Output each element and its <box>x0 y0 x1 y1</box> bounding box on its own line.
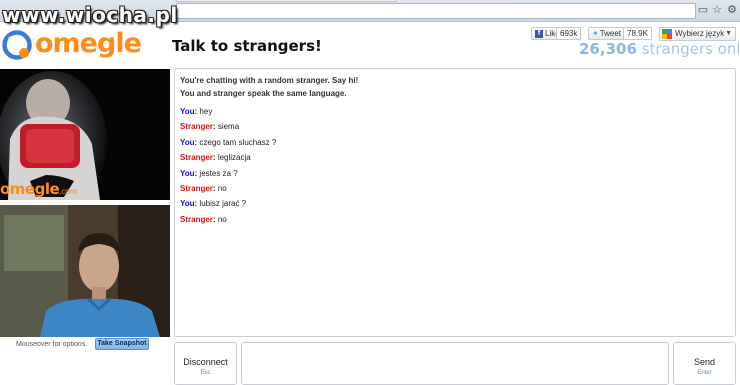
tagline: Talk to strangers! <box>172 37 322 55</box>
system-message: You're chatting with a random stranger. … <box>180 76 359 85</box>
sender-label: You <box>180 199 195 209</box>
omegle-page: ▭ ☆ ⚙ www.wiocha.pl omegle Talk to stran… <box>0 0 740 385</box>
chat-log[interactable]: You're chatting with a random stranger. … <box>174 68 736 337</box>
self-video-image <box>0 205 170 337</box>
tweet-count: 78.9K <box>623 27 652 40</box>
watermark: www.wiocha.pl <box>2 3 178 27</box>
sender-colon: : <box>194 168 198 178</box>
stranger-video[interactable]: omegle.com <box>0 69 170 200</box>
disconnect-button[interactable]: Disconnect Esc <box>174 342 237 385</box>
sender-colon: : <box>212 184 216 194</box>
tweet-button[interactable]: ✦Tweet <box>588 27 626 40</box>
omegle-logo-icon <box>2 30 32 60</box>
send-shortcut: Enter <box>697 370 712 376</box>
online-counter: 26,306 strangers online <box>579 40 740 58</box>
facebook-icon: f <box>535 29 543 38</box>
message-text: jestes za ? <box>199 168 238 178</box>
mouseover-hint: Mouseover for options. <box>16 341 88 348</box>
sender-label: You <box>180 168 195 178</box>
send-label: Send <box>693 357 716 367</box>
sender-colon: : <box>212 153 216 163</box>
chat-message: Stranger: leglizacja <box>180 150 730 165</box>
sender-label: Stranger <box>180 214 213 224</box>
disconnect-shortcut: Esc <box>200 370 211 376</box>
sender-label: You <box>180 107 195 116</box>
chevron-down-icon: ▼ <box>725 30 732 37</box>
sender-label: Stranger <box>180 122 213 132</box>
send-button[interactable]: Send Enter <box>673 342 736 385</box>
page-icon[interactable]: ▭ <box>697 5 709 16</box>
chat-message: You: lubisz jarać ? <box>180 196 730 211</box>
video-overlay-brand: omegle <box>0 180 60 198</box>
chat-message: You: czego tam sluchasz ? <box>180 135 730 150</box>
google-translate-icon <box>662 29 672 39</box>
chat-message: You: hey <box>180 104 730 119</box>
address-bar[interactable] <box>176 3 696 19</box>
message-text: no <box>217 184 227 194</box>
message-text: siema <box>217 122 240 132</box>
chat-message: Stranger: no <box>180 212 730 227</box>
take-snapshot-button[interactable]: Take Snapshot <box>95 338 149 350</box>
language-label: Wybierz język <box>675 29 725 38</box>
star-icon[interactable]: ☆ <box>711 5 723 16</box>
message-input[interactable] <box>241 342 669 385</box>
sender-colon: : <box>194 137 198 147</box>
video-overlay-domain: .com <box>59 187 77 196</box>
message-text: czego tam sluchasz ? <box>199 137 277 147</box>
sender-label: Stranger <box>180 184 213 194</box>
system-message: You and stranger speak the same language… <box>180 89 347 98</box>
sender-colon: : <box>212 122 216 132</box>
message-text: leglizacja <box>217 153 251 163</box>
online-count: 26,306 <box>579 40 637 58</box>
disconnect-label: Disconnect <box>183 357 228 367</box>
sender-colon: : <box>194 199 198 209</box>
language-selector[interactable]: Wybierz język ▼ <box>659 27 736 41</box>
message-text: hey <box>199 107 213 116</box>
logo-text: omegle <box>35 28 142 59</box>
sender-colon: : <box>212 214 216 224</box>
browser-tab[interactable] <box>176 0 396 2</box>
like-count: 693k <box>556 27 582 40</box>
video-overlay-logo: omegle.com <box>0 180 77 198</box>
online-suffix: strangers online <box>641 40 740 58</box>
omegle-logo[interactable]: omegle <box>2 28 142 64</box>
wrench-icon[interactable]: ⚙ <box>726 5 738 16</box>
self-video[interactable] <box>0 205 170 337</box>
chat-message: You: jestes za ? <box>180 166 730 181</box>
tweet-label: Tweet <box>599 29 622 38</box>
twitter-bird-icon: ✦ <box>592 29 599 38</box>
sender-label: Stranger <box>180 153 213 163</box>
sender-colon: : <box>194 107 198 116</box>
sender-label: You <box>180 137 195 147</box>
message-text: lubisz jarać ? <box>199 199 247 209</box>
message-text: no <box>217 214 227 224</box>
chat-message: Stranger: no <box>180 181 730 196</box>
chat-message: Stranger: siema <box>180 119 730 134</box>
